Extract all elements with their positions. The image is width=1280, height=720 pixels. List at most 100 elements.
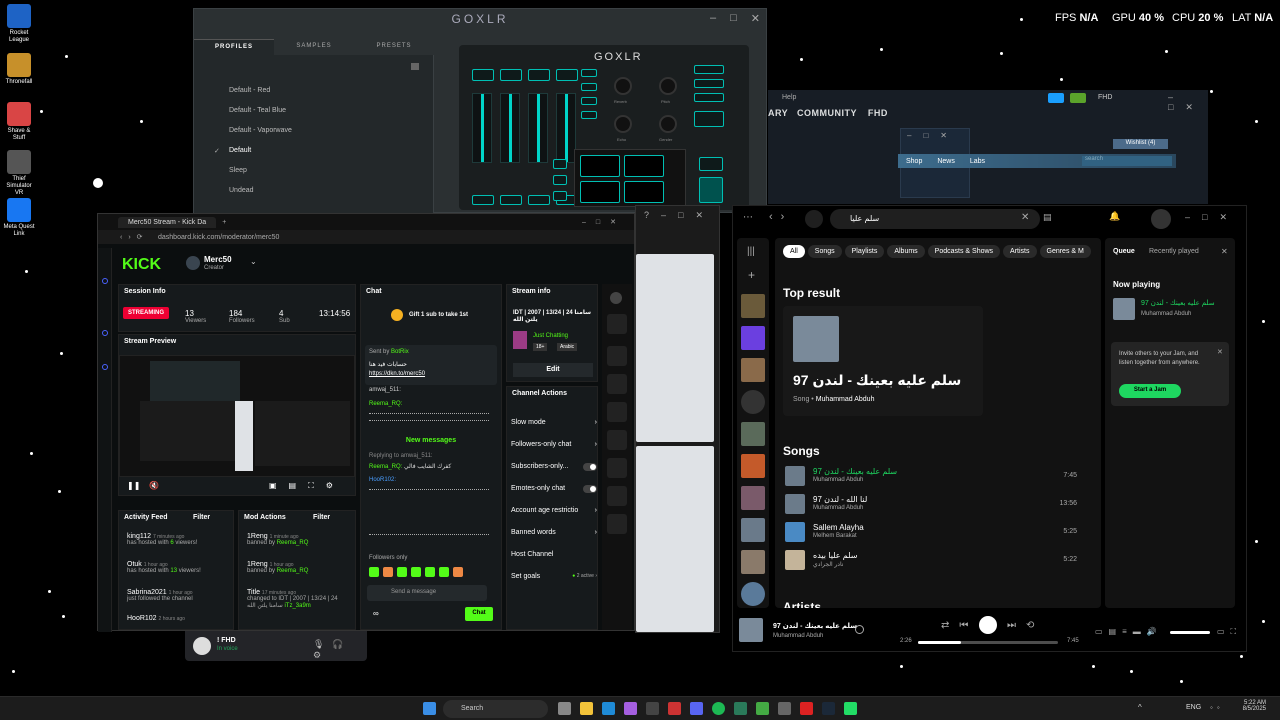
window-controls[interactable]: –□✕ <box>582 218 626 226</box>
app-icon[interactable] <box>844 702 857 715</box>
nav-icon[interactable] <box>102 364 108 370</box>
action-subscribers-only[interactable]: Subscribers-only... <box>511 463 597 471</box>
fader-3[interactable] <box>528 93 548 163</box>
emote-icon[interactable] <box>369 567 379 577</box>
steam-window-controls[interactable]: –□✕ <box>1168 92 1208 113</box>
desktop-icon-3[interactable]: Thief Simulator VR <box>2 150 36 197</box>
browse-icon[interactable]: ▤ <box>1043 212 1052 223</box>
browser-tab-active[interactable]: Merc50 Stream - Kick Da <box>118 216 217 228</box>
sample-bank-button[interactable] <box>553 191 567 201</box>
chip-genres[interactable]: Genres & M <box>1039 245 1091 258</box>
nav-icon[interactable] <box>102 278 108 284</box>
profile-item[interactable]: Default - Vaporwave <box>229 127 292 134</box>
emote-icon[interactable] <box>453 567 463 577</box>
channel-screen[interactable] <box>556 69 578 81</box>
library-icon[interactable]: ||| <box>747 246 755 257</box>
play-button[interactable] <box>979 616 997 634</box>
desktop-icon-0[interactable]: Rocket League <box>2 4 36 44</box>
nav-arrows-icon[interactable]: ‹›⟳ <box>120 233 149 241</box>
info-icon[interactable] <box>610 292 622 304</box>
steam-icon[interactable] <box>822 702 835 715</box>
add-to-library-icon[interactable] <box>855 625 864 634</box>
shuffle-prev-icon[interactable]: ⇄⏮ <box>941 620 978 631</box>
discord-icon[interactable] <box>690 702 703 715</box>
tray-icons[interactable]: ◦◦ <box>1210 703 1224 712</box>
bell-icon[interactable]: 🔔 <box>1109 211 1120 222</box>
sample-pad[interactable] <box>580 181 620 203</box>
url-text[interactable]: dashboard.kick.com/moderator/merc50 <box>158 234 279 241</box>
app-icon[interactable] <box>800 702 813 715</box>
fx-preset-button[interactable] <box>581 97 597 105</box>
edit-button[interactable]: Edit <box>513 363 593 377</box>
file-explorer-icon[interactable] <box>580 702 593 715</box>
hardtune-button[interactable] <box>694 93 724 102</box>
pause-icon[interactable]: ❚❚ <box>127 481 140 490</box>
chat-input[interactable]: Send a message <box>367 585 487 601</box>
gender-knob[interactable] <box>659 115 677 133</box>
media-icon[interactable] <box>607 486 627 506</box>
next-repeat-icon[interactable]: ⏭⟲ <box>1007 620 1044 631</box>
player-controls-icon[interactable]: ▣▤⛶⚙ <box>269 481 345 491</box>
goxlr-window-controls[interactable]: – □ ✕ <box>710 12 760 25</box>
folder-icon[interactable] <box>411 63 419 70</box>
tab-profiles[interactable]: PROFILES <box>194 39 274 55</box>
emote-icon[interactable] <box>397 567 407 577</box>
nav-icon[interactable] <box>102 330 108 336</box>
volume-slider[interactable] <box>1170 631 1210 634</box>
avatar[interactable] <box>1151 209 1171 229</box>
chip-songs[interactable]: Songs <box>807 245 842 258</box>
task-view-icon[interactable] <box>558 702 571 715</box>
steam-nav-library[interactable]: ARY <box>768 108 788 118</box>
library-item[interactable] <box>741 582 765 606</box>
sample-bank-button[interactable] <box>553 159 567 169</box>
profile-item[interactable]: Default - Red <box>229 87 270 94</box>
steam-account[interactable]: FHD <box>1098 94 1112 101</box>
action-emotes-only[interactable]: Emotes-only chat <box>511 485 597 493</box>
emote-icon[interactable] <box>411 567 421 577</box>
megaphone-button[interactable] <box>694 65 724 74</box>
pinned-link[interactable]: https://dkn.to/merc50 <box>369 371 425 377</box>
filter-button[interactable]: Filter <box>193 514 210 521</box>
fader-4[interactable] <box>556 93 576 163</box>
chip-artists[interactable]: Artists <box>1003 245 1037 258</box>
player-extras-icon[interactable]: ▭▤≡▬🔊 <box>1095 627 1163 636</box>
nav-arrows-icon[interactable]: ‹› <box>769 211 792 223</box>
profile-item[interactable]: Sleep <box>229 167 247 174</box>
app-icon[interactable] <box>668 702 681 715</box>
fader-1[interactable] <box>472 93 492 163</box>
spotify-search-input[interactable]: سلم عليا <box>830 209 1040 229</box>
home-icon[interactable] <box>805 210 823 228</box>
library-item[interactable] <box>741 454 765 478</box>
menu-icon[interactable]: ⋯ <box>743 212 753 223</box>
store-nav-news[interactable]: News <box>937 158 955 165</box>
emote-icon[interactable] <box>425 567 435 577</box>
player-title[interactable]: 97 سلم عليه بعينك - لندن <box>773 622 857 630</box>
action-followers-only[interactable]: Followers-only chat › <box>511 441 597 448</box>
desktop-icon-1[interactable]: Thronefall <box>2 53 36 86</box>
player-artist[interactable]: Muhammad Abduh <box>773 633 823 639</box>
library-item[interactable] <box>741 294 765 318</box>
emote-icon[interactable] <box>383 567 393 577</box>
action-account-age[interactable]: Account age restrictio › <box>511 507 597 514</box>
sample-pad[interactable] <box>580 155 620 177</box>
mute-icon[interactable]: 🔇 <box>149 481 159 490</box>
kick-logo[interactable]: KICK <box>122 256 161 274</box>
steam-menu-help[interactable]: Help <box>782 94 796 101</box>
window-controls[interactable]: ?–□✕ <box>644 210 715 221</box>
library-item[interactable] <box>741 486 765 510</box>
library-item[interactable] <box>741 550 765 574</box>
steam-broadcast-icon[interactable] <box>1048 93 1064 103</box>
song-row[interactable]: سلم عليا بيده نادر الجرادي 5:22 <box>785 550 1085 572</box>
liked-songs-icon[interactable] <box>741 326 765 350</box>
avatar[interactable] <box>193 637 211 655</box>
new-tab-icon[interactable]: + <box>222 219 226 226</box>
popup-controls[interactable]: –□✕ <box>901 129 969 140</box>
gift-banner[interactable]: Gift 1 sub to take 1st <box>409 312 468 318</box>
cough-button[interactable] <box>699 177 723 203</box>
tray-chevron-icon[interactable]: ^ <box>1138 703 1142 712</box>
fx-button[interactable] <box>694 111 724 127</box>
app-icon[interactable] <box>646 702 659 715</box>
edge-icon[interactable] <box>602 702 615 715</box>
action-slow-mode[interactable]: Slow mode › <box>511 419 597 426</box>
bolt-icon[interactable] <box>607 374 627 394</box>
